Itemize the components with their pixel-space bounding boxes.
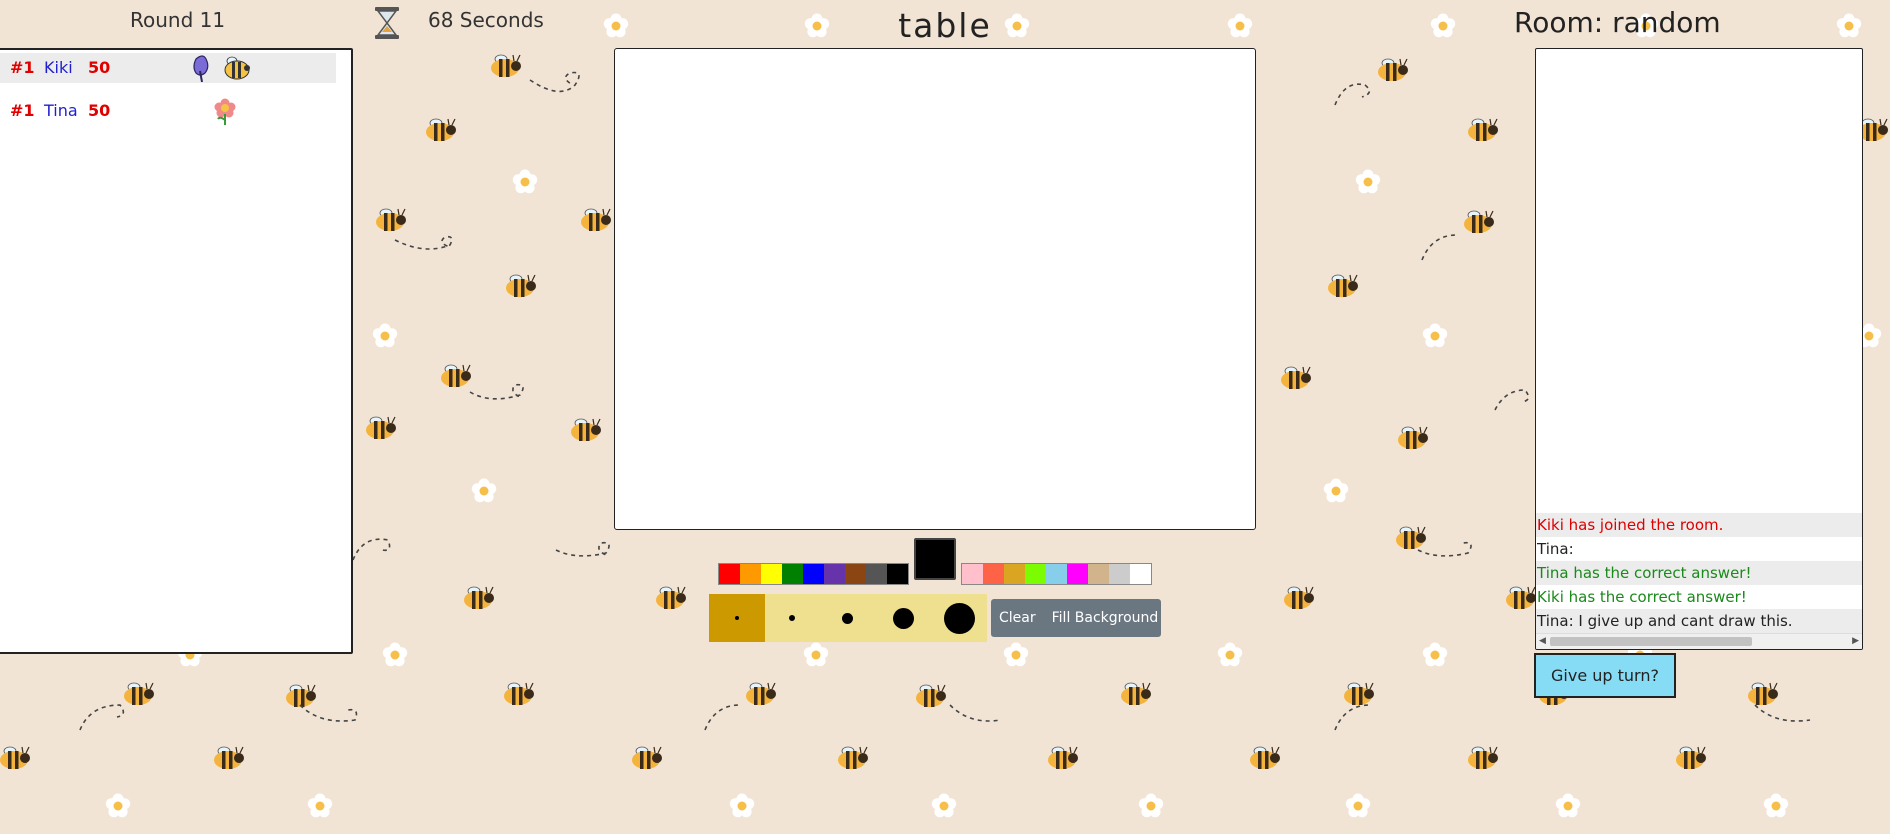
chat-message: Tina: bbox=[1537, 540, 1574, 558]
color-swatch-brown[interactable] bbox=[845, 564, 866, 584]
color-palette-secondary bbox=[961, 563, 1152, 585]
brush-dot-icon bbox=[789, 615, 796, 621]
color-swatch-sky-blue[interactable] bbox=[1046, 564, 1067, 584]
scroll-right-icon[interactable]: ▶ bbox=[1852, 634, 1859, 649]
color-swatch-lime[interactable] bbox=[1025, 564, 1046, 584]
chat-message: Tina: I give up and cant draw this. bbox=[1536, 609, 1862, 633]
chat-message: Kiki has the correct answer! bbox=[1537, 588, 1747, 606]
brush-size-medium[interactable] bbox=[820, 594, 876, 642]
current-color-swatch bbox=[914, 538, 956, 580]
brush-dot-icon bbox=[734, 616, 739, 620]
room-name: Room: random bbox=[1514, 6, 1721, 39]
chat-messages: Kiki has joined the room. Tina: Tina has… bbox=[1536, 513, 1862, 633]
give-up-turn-button[interactable]: Give up turn? bbox=[1534, 653, 1676, 698]
color-swatch-tomato[interactable] bbox=[983, 564, 1004, 584]
color-swatch-purple[interactable] bbox=[824, 564, 845, 584]
canvas-tools: Clear Fill Background bbox=[991, 599, 1161, 637]
brush-size-small[interactable] bbox=[765, 594, 821, 642]
player-row-kiki: #1 Kiki 50 bbox=[0, 53, 336, 83]
drawing-canvas[interactable] bbox=[614, 48, 1256, 530]
clear-button[interactable]: Clear bbox=[991, 610, 1044, 626]
color-swatch-green[interactable] bbox=[782, 564, 803, 584]
player-rank: #1 bbox=[10, 58, 35, 77]
brush-size-selector bbox=[709, 594, 987, 642]
round-indicator: Round 11 bbox=[130, 8, 226, 32]
color-swatch-blue[interactable] bbox=[803, 564, 824, 584]
hourglass-icon bbox=[375, 7, 399, 39]
brush-dot-icon bbox=[893, 607, 915, 629]
timer-seconds: 68 Seconds bbox=[428, 8, 544, 32]
color-swatch-yellow[interactable] bbox=[761, 564, 782, 584]
color-swatch-red[interactable] bbox=[719, 564, 740, 584]
color-swatch-pink[interactable] bbox=[962, 564, 983, 584]
color-swatch-magenta[interactable] bbox=[1067, 564, 1088, 584]
brush-dot-icon bbox=[943, 602, 975, 634]
brush-dot-icon bbox=[842, 612, 854, 624]
color-swatch-tan[interactable] bbox=[1088, 564, 1109, 584]
chat-horizontal-scrollbar[interactable]: ◀ ▶ bbox=[1536, 633, 1862, 649]
bee-icon bbox=[224, 56, 250, 80]
color-swatch-gray[interactable] bbox=[866, 564, 887, 584]
chat-message: Kiki has joined the room. bbox=[1536, 513, 1862, 537]
chat-message: Tina has the correct answer! bbox=[1536, 561, 1862, 585]
scoreboard: #1 Kiki 50 #1 Tina 50 bbox=[0, 48, 353, 654]
scroll-left-icon[interactable]: ◀ bbox=[1539, 634, 1546, 649]
chat-log[interactable]: Kiki has joined the room. Tina: Tina has… bbox=[1535, 48, 1863, 650]
player-row-tina: #1 Tina 50 bbox=[0, 96, 336, 126]
fill-background-button[interactable]: Fill Background bbox=[1044, 610, 1167, 626]
color-swatch-light-gray[interactable] bbox=[1109, 564, 1130, 584]
color-swatch-orange[interactable] bbox=[740, 564, 761, 584]
paintbrush-icon bbox=[193, 55, 209, 83]
brush-size-extra-large[interactable] bbox=[931, 594, 987, 642]
player-name: Kiki bbox=[44, 58, 73, 77]
scrollbar-thumb[interactable] bbox=[1550, 637, 1752, 646]
color-palette-primary bbox=[718, 563, 909, 585]
brush-size-large[interactable] bbox=[876, 594, 932, 642]
player-score: 50 bbox=[88, 58, 111, 77]
color-swatch-white[interactable] bbox=[1130, 564, 1151, 584]
player-name: Tina bbox=[44, 101, 78, 120]
color-swatch-goldenrod[interactable] bbox=[1004, 564, 1025, 584]
color-swatch-black[interactable] bbox=[887, 564, 908, 584]
player-score: 50 bbox=[88, 101, 111, 120]
player-rank: #1 bbox=[10, 101, 35, 120]
brush-size-extra-small[interactable] bbox=[709, 594, 765, 642]
flower-icon bbox=[214, 98, 236, 125]
